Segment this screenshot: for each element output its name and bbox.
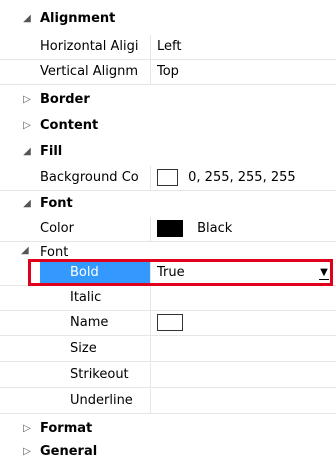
triangle-right-icon[interactable]: ▷: [21, 120, 33, 132]
property-row-underline[interactable]: Underline: [0, 389, 336, 414]
triangle-down-icon[interactable]: ◢: [21, 13, 33, 25]
category-format[interactable]: ▷ Format: [0, 418, 336, 443]
subgroup-label: Font: [40, 246, 69, 256]
property-name: Vertical Alignm: [40, 60, 151, 84]
category-label: Format: [40, 421, 93, 436]
property-row-background-color[interactable]: Background Co 0, 255, 255, 255: [0, 166, 336, 191]
color-swatch[interactable]: [157, 314, 183, 331]
chevron-down-icon[interactable]: ▼: [317, 264, 331, 282]
category-alignment[interactable]: ◢ Alignment: [0, 8, 336, 33]
property-name: Name: [70, 311, 151, 335]
triangle-right-icon[interactable]: ▷: [21, 94, 33, 106]
property-value[interactable]: Black: [157, 217, 232, 241]
property-name: Background Co: [40, 166, 151, 190]
property-row-name[interactable]: Name: [0, 311, 336, 336]
category-label: General: [40, 444, 98, 459]
property-row-size[interactable]: Size: [0, 337, 336, 362]
color-swatch[interactable]: [157, 169, 178, 186]
property-name: Size: [70, 337, 151, 361]
category-label: Alignment: [40, 11, 116, 26]
property-name: Bold: [40, 261, 151, 285]
triangle-right-icon[interactable]: ▷: [21, 423, 33, 435]
property-name: Italic: [70, 286, 151, 310]
category-label: Fill: [40, 144, 63, 159]
category-border[interactable]: ▷ Border: [0, 89, 336, 114]
category-label: Content: [40, 118, 99, 133]
property-row-italic[interactable]: Italic: [0, 286, 336, 311]
category-general[interactable]: ▷ General: [0, 441, 336, 466]
category-fill[interactable]: ◢ Fill: [0, 141, 336, 166]
triangle-down-icon[interactable]: ◢: [21, 245, 29, 256]
property-value[interactable]: Left: [157, 35, 181, 59]
color-value-text: 0, 255, 255, 255: [188, 170, 296, 185]
property-row-strikeout[interactable]: Strikeout: [0, 363, 336, 388]
property-row-bold[interactable]: Bold True: [0, 261, 336, 286]
color-value-text: Black: [197, 221, 233, 236]
triangle-right-icon[interactable]: ▷: [21, 446, 33, 458]
property-name: Color: [40, 217, 151, 241]
category-label: Border: [40, 92, 90, 107]
property-name: Horizontal Aligi: [40, 35, 151, 59]
property-row-color[interactable]: Color Black: [0, 217, 336, 242]
category-font[interactable]: ◢ Font: [0, 193, 336, 218]
triangle-down-icon[interactable]: ◢: [21, 146, 33, 158]
color-swatch[interactable]: [157, 220, 183, 237]
property-value[interactable]: True: [157, 261, 185, 285]
triangle-down-icon[interactable]: ◢: [21, 198, 33, 210]
property-grid: ◢ Alignment Horizontal Aligi Left Vertic…: [0, 0, 336, 466]
property-value[interactable]: Top: [157, 60, 179, 84]
property-value[interactable]: 0, 255, 255, 255: [157, 166, 296, 190]
category-content[interactable]: ▷ Content: [0, 115, 336, 140]
property-row-horizontal-alignment[interactable]: Horizontal Aligi Left: [0, 35, 336, 60]
category-label: Font: [40, 196, 73, 211]
property-row-vertical-alignment[interactable]: Vertical Alignm Top: [0, 60, 336, 85]
property-name: Underline: [70, 389, 151, 413]
property-value[interactable]: [157, 311, 183, 335]
property-name: Strikeout: [70, 363, 151, 387]
